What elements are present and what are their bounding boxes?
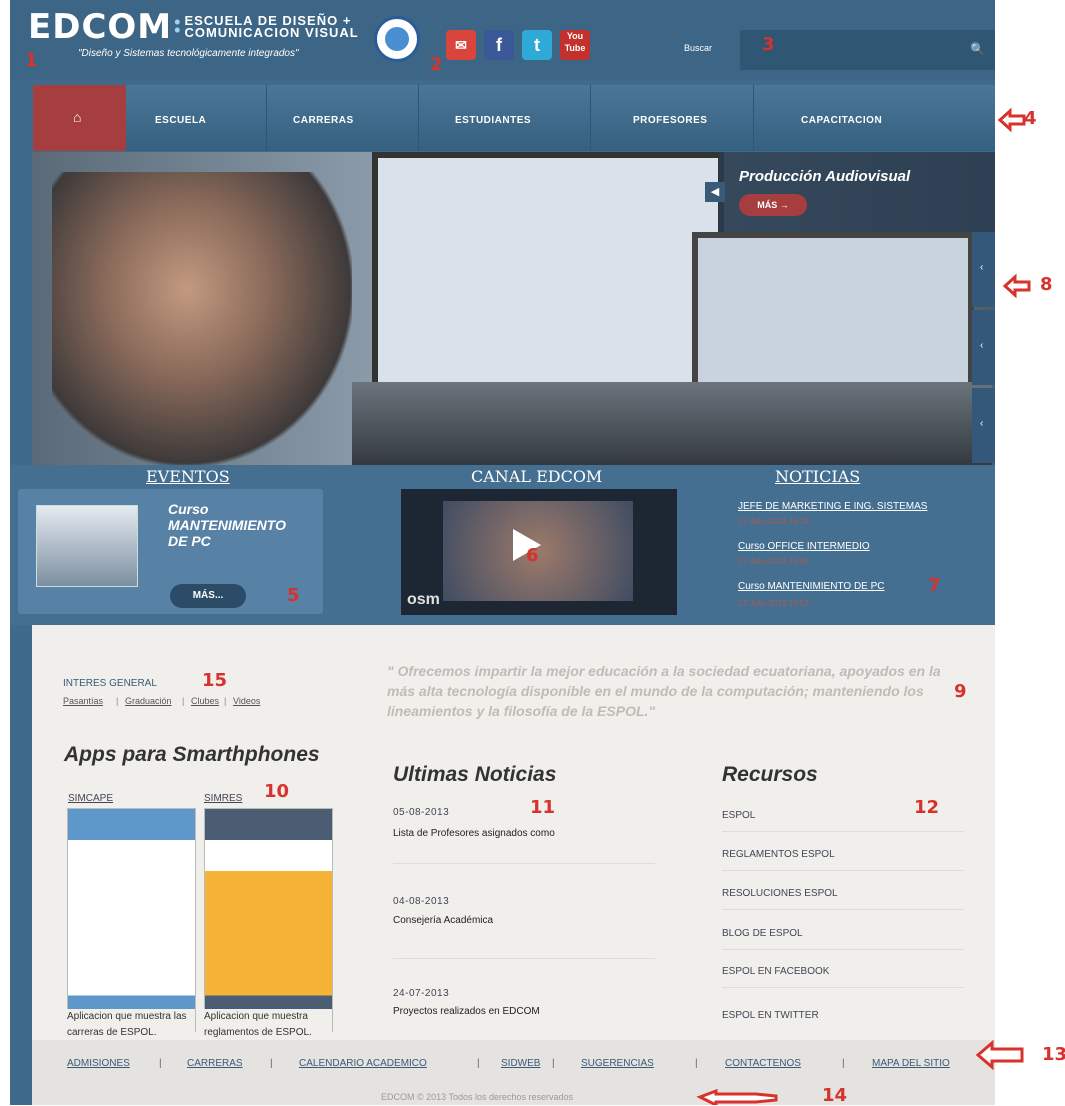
annotation-8: 8 — [1040, 274, 1053, 295]
annotation-4: 4 — [1024, 108, 1037, 129]
annotation-14: 14 — [822, 1085, 848, 1106]
annotation-13: 13 — [1042, 1044, 1065, 1065]
arrow-icon — [696, 107, 1031, 1105]
annotation-arrows — [696, 107, 1031, 1105]
